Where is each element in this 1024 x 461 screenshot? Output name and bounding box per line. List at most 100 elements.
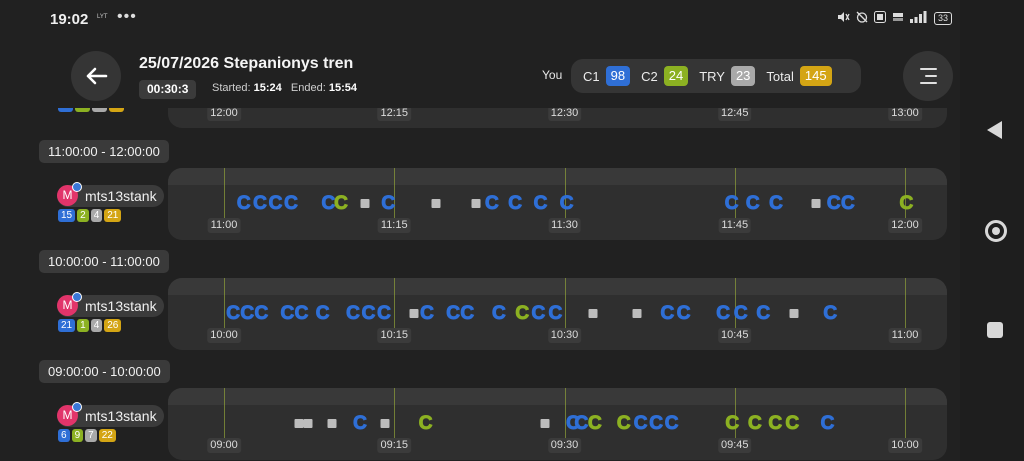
c1-marker[interactable]: C (420, 302, 435, 326)
c2-marker[interactable]: C (725, 412, 740, 436)
try-marker[interactable] (471, 199, 481, 208)
c2-marker[interactable]: C (616, 412, 631, 436)
c1-marker[interactable]: C (254, 302, 269, 326)
timeline-track[interactable]: 11:00 11:15 11:30 11:45 12:00 C C C C C C C C C C C C C C C… (168, 168, 947, 240)
c2-marker[interactable]: C (785, 412, 800, 436)
c1-marker[interactable]: C (253, 192, 268, 216)
c1-marker[interactable]: C (236, 192, 251, 216)
volte-icon (874, 11, 886, 26)
c1-marker[interactable]: C (268, 192, 283, 216)
status-more-dots: ••• (117, 8, 137, 25)
ended-label: Ended: (290, 82, 326, 94)
c1-marker[interactable]: C (756, 302, 771, 326)
try-marker[interactable] (380, 419, 390, 428)
c1-marker[interactable]: C (346, 302, 361, 326)
total-label: Total (766, 68, 794, 84)
nav-home-icon[interactable] (985, 220, 1007, 242)
c1-marker[interactable]: C (676, 302, 691, 326)
total-count: 145 (799, 66, 832, 86)
timeline-track[interactable]: 09:00 09:15 09:30 09:45 10:00 C C C C C C C C C C C C C C (168, 388, 947, 460)
try-marker[interactable] (540, 419, 550, 428)
page-title: 25/07/2026 Stepanionys tren (139, 55, 354, 72)
tick-label: 12:30 (547, 108, 582, 121)
try-marker[interactable] (409, 309, 419, 318)
c1-marker[interactable]: C (820, 412, 835, 436)
tick-label: 10:15 (377, 328, 412, 343)
user-c2-badge: 9 (71, 429, 84, 442)
c2-marker[interactable]: C (587, 412, 602, 436)
c1-marker[interactable]: C (769, 192, 784, 216)
c1-marker[interactable]: C (745, 192, 760, 216)
user-total-badge: 26 (104, 319, 122, 332)
timeline-list[interactable]: 12:00 12:15 12:30 12:45 13:00 11:00:00 - 12:0… (0, 108, 960, 461)
c1-marker[interactable]: C (633, 412, 648, 436)
c1-marker[interactable]: C (733, 302, 748, 326)
user-badges: 21 1 4 26 (58, 319, 122, 332)
battery-icon: 33 (934, 12, 953, 25)
c1-marker[interactable]: C (284, 192, 299, 216)
c1-marker[interactable]: C (321, 192, 336, 216)
tick-label: 10:00 (207, 328, 241, 343)
try-marker[interactable] (431, 199, 441, 208)
c1-marker[interactable]: C (533, 192, 548, 216)
c1-marker[interactable]: C (485, 192, 500, 216)
c1-marker[interactable]: C (446, 302, 461, 326)
tick-label: 12:15 (377, 108, 412, 121)
c2-marker[interactable]: C (515, 302, 530, 326)
try-marker[interactable] (327, 419, 337, 428)
c1-marker[interactable]: C (377, 302, 392, 326)
nav-recents-icon[interactable] (987, 322, 1003, 338)
back-button[interactable] (71, 51, 121, 101)
menu-button[interactable] (903, 51, 953, 101)
c1-marker[interactable]: C (240, 302, 255, 326)
try-marker[interactable] (811, 199, 821, 208)
section-header: 09:00:00 - 10:00:00 (39, 360, 170, 383)
c1-marker[interactable]: C (649, 412, 664, 436)
c1-marker[interactable]: C (226, 302, 241, 326)
c2-marker[interactable]: C (747, 412, 762, 436)
timeline-track[interactable]: 10:00 10:15 10:30 10:45 11:00 C C C C C C C C C C C C C C C… (168, 278, 947, 350)
c1-marker[interactable]: C (660, 302, 675, 326)
c1-marker[interactable]: C (280, 302, 295, 326)
you-label: You (542, 68, 563, 82)
c1-marker[interactable]: C (531, 302, 546, 326)
user-c1-badge: 15 (58, 209, 76, 222)
c1-marker[interactable]: C (664, 412, 679, 436)
arrow-left-icon (86, 67, 108, 85)
c1-marker[interactable]: C (353, 412, 368, 436)
online-dot (72, 292, 82, 302)
c1-marker[interactable]: C (548, 302, 563, 326)
try-marker[interactable] (588, 309, 598, 318)
try-marker[interactable] (789, 309, 799, 318)
try-marker[interactable] (294, 419, 304, 428)
c2-marker[interactable]: C (899, 192, 914, 216)
c2-marker[interactable]: C (418, 412, 433, 436)
c1-marker[interactable]: C (574, 412, 589, 436)
stats-panel: C1 98 C2 24 TRY 23 Total 145 (571, 59, 861, 93)
ended-value: 15:54 (328, 82, 357, 94)
c1-marker[interactable]: C (381, 192, 396, 216)
c1-marker[interactable]: C (841, 192, 856, 216)
c1-marker[interactable]: C (508, 192, 523, 216)
c2-marker[interactable]: C (768, 412, 783, 436)
c1-marker[interactable]: C (823, 302, 838, 326)
try-marker[interactable] (360, 199, 370, 208)
c1-marker[interactable]: C (315, 302, 330, 326)
user-c2-badge: 2 (77, 209, 89, 222)
tick-label: 09:00 (207, 438, 241, 453)
carrier-label: LYT (97, 14, 108, 20)
c1-marker[interactable]: C (826, 192, 841, 216)
c1-marker[interactable]: C (716, 302, 731, 326)
try-marker[interactable] (303, 419, 313, 428)
try-marker[interactable] (632, 309, 642, 318)
c1-marker[interactable]: C (492, 302, 507, 326)
user-total-badge: 21 (104, 209, 122, 222)
c1-marker[interactable]: C (294, 302, 309, 326)
c2-marker[interactable]: C (334, 192, 349, 216)
c1-marker[interactable]: C (460, 302, 475, 326)
c1-marker[interactable]: C (559, 192, 574, 216)
timeline-track[interactable]: 12:00 12:15 12:30 12:45 13:00 (168, 108, 947, 128)
c1-marker[interactable]: C (724, 192, 739, 216)
nav-back-icon[interactable] (987, 121, 1002, 139)
c1-marker[interactable]: C (361, 302, 376, 326)
